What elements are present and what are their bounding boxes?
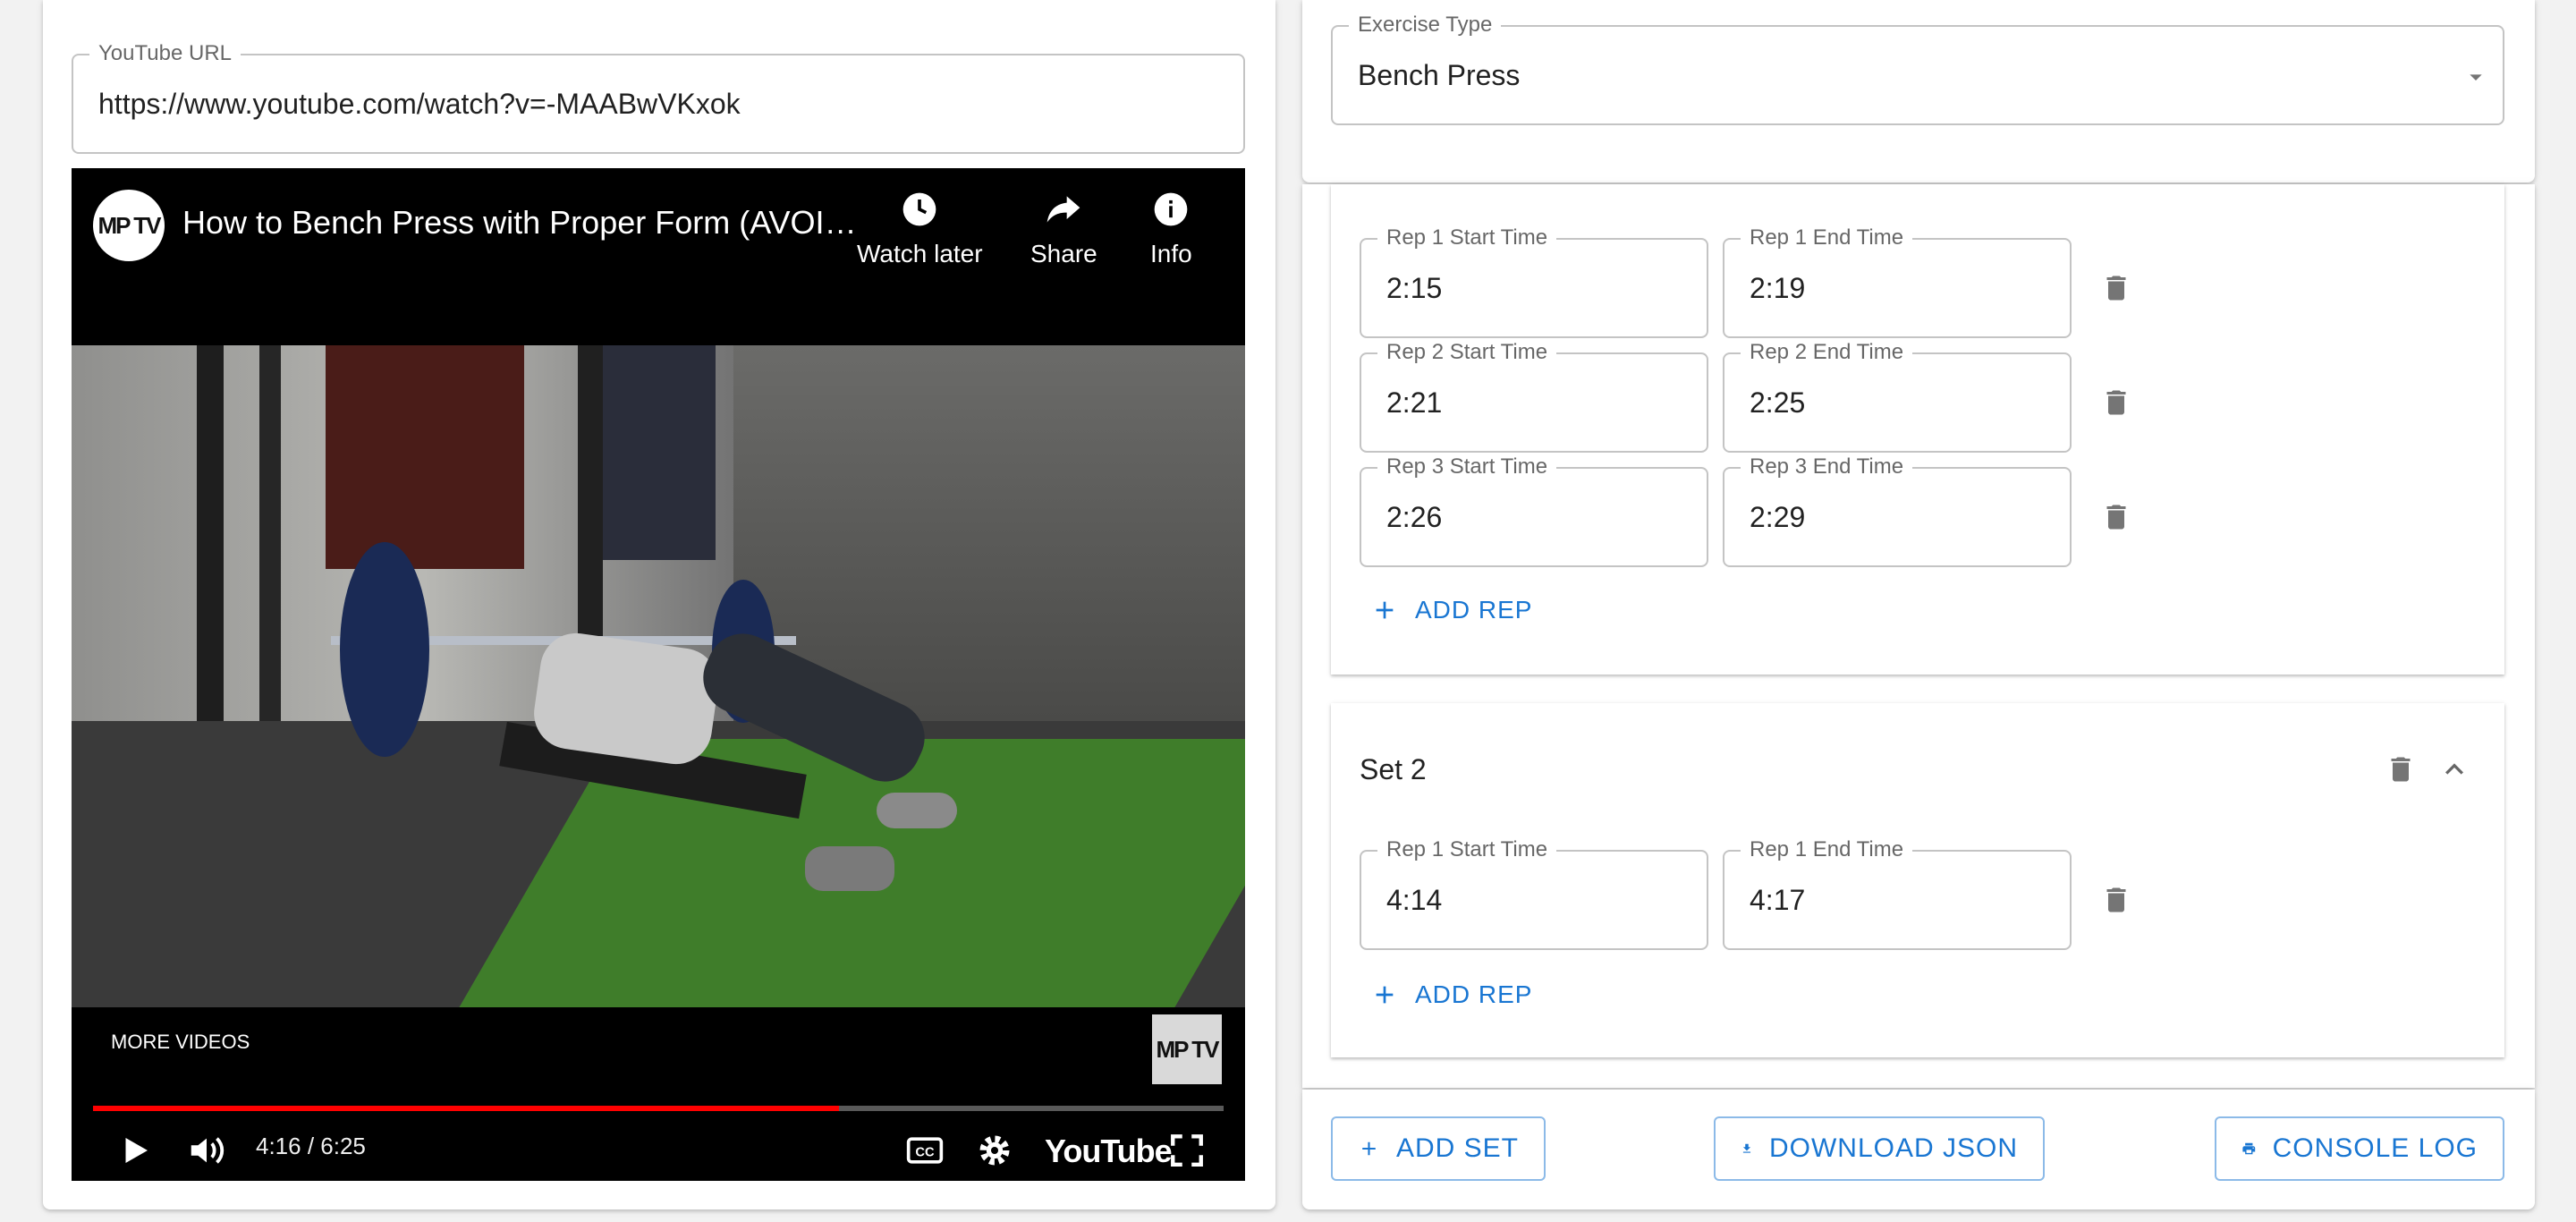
watch-later-label: Watch later xyxy=(857,240,983,267)
settings-button[interactable] xyxy=(975,1125,1014,1175)
info-button[interactable]: Info xyxy=(1150,190,1192,268)
clock-icon xyxy=(902,192,936,226)
download-json-button[interactable]: DOWNLOAD JSON xyxy=(1714,1116,2045,1181)
collapse-set-button[interactable] xyxy=(2429,744,2479,794)
plus-icon xyxy=(1376,601,1394,619)
rep-end-field[interactable]: Rep 1 End Time 4:17 xyxy=(1723,837,2072,950)
add-rep-button[interactable]: ADD REP xyxy=(1370,596,1532,624)
watch-later-button[interactable]: Watch later xyxy=(857,190,983,268)
add-rep-label: ADD REP xyxy=(1415,980,1533,1008)
trash-icon xyxy=(2106,505,2126,530)
print-icon xyxy=(2242,1142,2256,1155)
volume-icon xyxy=(191,1137,225,1164)
exercise-type-select[interactable]: Exercise Type Bench Press xyxy=(1331,13,2504,125)
rep-end-field[interactable]: Rep 1 End Time 2:19 xyxy=(1723,225,2072,338)
delete-rep-button[interactable] xyxy=(2091,492,2141,542)
add-set-label: ADD SET xyxy=(1395,1133,1519,1163)
rep-end-input[interactable]: 2:25 xyxy=(1750,354,1805,451)
plus-icon xyxy=(1362,1141,1376,1156)
youtube-player[interactable]: MP TV How to Bench Press with Proper For… xyxy=(72,168,1245,1181)
rep-start-input[interactable]: 4:14 xyxy=(1386,852,1442,948)
time-display: 4:16 / 6:25 xyxy=(256,1133,366,1159)
fullscreen-button[interactable] xyxy=(1168,1125,1206,1175)
video-title[interactable]: How to Bench Press with Proper Form (AVO… xyxy=(182,204,862,242)
captions-icon: CC xyxy=(906,1137,944,1164)
rep-end-field[interactable]: Rep 2 End Time 2:25 xyxy=(1723,340,2072,453)
console-log-label: CONSOLE LOG xyxy=(2272,1133,2478,1163)
console-log-button[interactable]: CONSOLE LOG xyxy=(2215,1116,2504,1181)
delete-rep-button[interactable] xyxy=(2091,875,2141,925)
info-icon xyxy=(1155,192,1188,226)
download-json-label: DOWNLOAD JSON xyxy=(1768,1133,2018,1163)
channel-watermark[interactable]: MP TV xyxy=(1152,1014,1222,1084)
trash-icon xyxy=(2106,276,2126,301)
rep-start-input[interactable]: 2:15 xyxy=(1386,240,1442,336)
rep-end-input[interactable]: 2:29 xyxy=(1750,469,1805,565)
video-frame[interactable] xyxy=(72,345,1245,1007)
rep-end-input[interactable]: 2:19 xyxy=(1750,240,1805,336)
add-rep-label: ADD REP xyxy=(1415,596,1533,624)
volume-button[interactable] xyxy=(186,1125,227,1175)
gear-icon xyxy=(979,1135,1010,1166)
trash-icon xyxy=(2391,757,2411,782)
trash-icon xyxy=(2106,887,2126,912)
trash-icon xyxy=(2106,390,2126,415)
captions-button[interactable]: CC xyxy=(905,1125,945,1175)
rep-start-field[interactable]: Rep 1 Start Time 2:15 xyxy=(1360,225,1708,338)
info-label: Info xyxy=(1150,240,1192,267)
youtube-url-field[interactable]: YouTube URL https://www.youtube.com/watc… xyxy=(72,41,1245,154)
play-button[interactable] xyxy=(116,1125,154,1175)
play-icon xyxy=(125,1138,148,1163)
fullscreen-icon xyxy=(1171,1134,1203,1167)
rep-start-field[interactable]: Rep 1 Start Time 4:14 xyxy=(1360,837,1708,950)
set-title[interactable]: Set 2 xyxy=(1360,753,1427,786)
add-rep-button[interactable]: ADD REP xyxy=(1370,980,1532,1009)
channel-logo[interactable]: MP TV xyxy=(93,190,165,261)
download-icon xyxy=(1742,1143,1751,1153)
rep-start-field[interactable]: Rep 2 Start Time 2:21 xyxy=(1360,340,1708,453)
youtube-url-input[interactable]: https://www.youtube.com/watch?v=-MAABwVK… xyxy=(98,55,741,152)
rep-start-input[interactable]: 2:21 xyxy=(1386,354,1442,451)
delete-set-button[interactable] xyxy=(2376,744,2426,794)
exercise-type-value[interactable]: Bench Press xyxy=(1358,27,1520,123)
rep-end-field[interactable]: Rep 3 End Time 2:29 xyxy=(1723,454,2072,567)
dropdown-arrow-icon[interactable] xyxy=(2462,63,2490,91)
rep-start-field[interactable]: Rep 3 Start Time 2:26 xyxy=(1360,454,1708,567)
rep-start-input[interactable]: 2:26 xyxy=(1386,469,1442,565)
svg-text:CC: CC xyxy=(915,1145,935,1159)
progress-bar[interactable] xyxy=(93,1106,1224,1111)
share-button[interactable]: Share xyxy=(1030,190,1097,268)
chevron-up-icon xyxy=(2445,763,2463,775)
delete-rep-button[interactable] xyxy=(2091,263,2141,313)
delete-rep-button[interactable] xyxy=(2091,378,2141,428)
share-icon xyxy=(1047,196,1080,223)
share-label: Share xyxy=(1030,240,1097,267)
progress-fill xyxy=(93,1106,840,1111)
more-videos-label[interactable]: MORE VIDEOS xyxy=(111,1031,250,1054)
rep-end-input[interactable]: 4:17 xyxy=(1750,852,1805,948)
youtube-logo[interactable]: YouTube xyxy=(1045,1133,1173,1170)
plus-icon xyxy=(1376,986,1394,1004)
add-set-button[interactable]: ADD SET xyxy=(1331,1116,1546,1181)
